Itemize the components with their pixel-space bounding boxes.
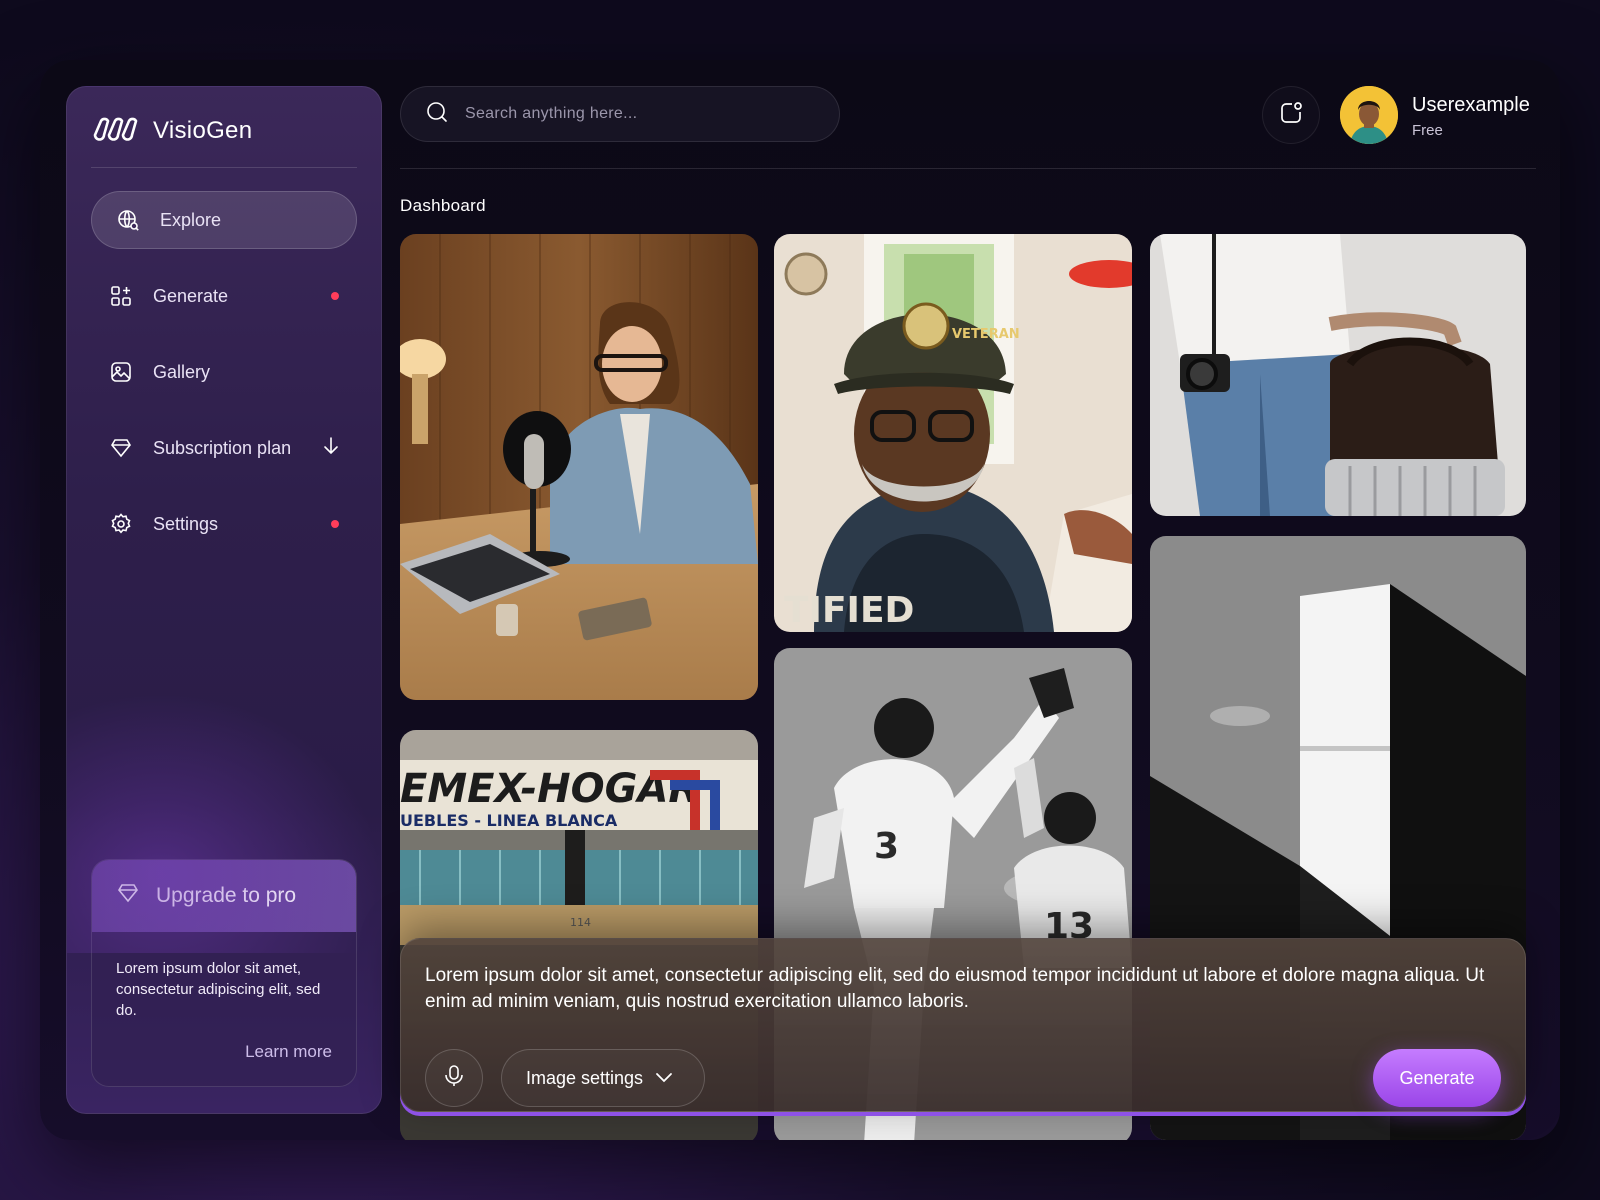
upgrade-description: Lorem ipsum dolor sit amet, consectetur … — [116, 960, 321, 1019]
sign-number: 114 — [570, 916, 591, 929]
page-title: Dashboard — [400, 196, 486, 215]
sidebar-item-subscription[interactable]: Subscription plan — [91, 419, 357, 477]
sidebar-item-label: Generate — [153, 285, 229, 306]
notification-dot — [331, 520, 339, 528]
diamond-icon — [109, 436, 133, 460]
image-settings-dropdown[interactable]: Image settings — [501, 1049, 705, 1107]
gallery-image-veteran[interactable]: VETERAN TIFIED — [774, 234, 1132, 632]
app-notification-icon — [1278, 100, 1304, 131]
logo-icon — [91, 115, 139, 146]
app-window: VisioGen Explore Generate Gallery Subscr… — [40, 60, 1560, 1140]
prompt-panel: Lorem ipsum dolor sit amet, consectetur … — [400, 938, 1526, 1112]
brand: VisioGen — [91, 115, 252, 146]
sidebar-item-gallery[interactable]: Gallery — [91, 343, 357, 401]
diamond-icon — [116, 881, 140, 911]
upgrade-header[interactable]: Upgrade to pro — [92, 860, 356, 932]
image-icon — [109, 360, 133, 384]
sidebar-nav: Explore Generate Gallery Subscription pl… — [91, 191, 357, 571]
sidebar-item-label: Gallery — [153, 361, 211, 382]
prompt-input[interactable]: Lorem ipsum dolor sit amet, consectetur … — [425, 963, 1485, 1015]
generate-button[interactable]: Generate — [1373, 1049, 1501, 1107]
search-icon — [425, 100, 449, 129]
sidebar-item-label: Explore — [160, 209, 222, 230]
upgrade-card: Upgrade to pro Lorem ipsum dolor sit ame… — [91, 859, 357, 1087]
sign-subtitle: UEBLES - LINEA BLANCA — [400, 811, 618, 830]
gallery-image-travel[interactable] — [1150, 234, 1526, 516]
cap-text: VETERAN — [952, 327, 1020, 342]
user-plan: Free — [1412, 122, 1443, 139]
sidebar-item-label: Subscription plan — [153, 437, 292, 458]
search-input[interactable] — [465, 105, 805, 123]
divider — [400, 168, 1536, 169]
user-name[interactable]: Userexample — [1412, 94, 1530, 117]
divider — [91, 167, 357, 168]
sidebar-item-explore[interactable]: Explore — [91, 191, 357, 249]
tshirt-text: TIFIED — [784, 590, 914, 631]
sidebar-item-generate[interactable]: Generate — [91, 267, 357, 325]
notification-dot — [331, 292, 339, 300]
sidebar-item-label: Settings — [153, 513, 219, 534]
globe-search-icon — [116, 208, 140, 232]
image-settings-label: Image settings — [526, 1067, 644, 1088]
app-name: VisioGen — [153, 116, 253, 144]
voice-input-button[interactable] — [425, 1049, 483, 1107]
svg-text:3: 3 — [874, 826, 899, 867]
search-bar[interactable] — [400, 86, 840, 142]
chevron-down-icon — [655, 1068, 673, 1089]
learn-more-link[interactable]: Learn more — [245, 1042, 332, 1062]
sidebar: VisioGen Explore Generate Gallery Subscr… — [66, 86, 382, 1114]
gear-icon — [109, 512, 133, 536]
gallery-image-podcast[interactable] — [400, 234, 758, 700]
avatar[interactable] — [1340, 86, 1398, 144]
notification-button[interactable] — [1262, 86, 1320, 144]
upgrade-title: Upgrade to pro — [156, 884, 297, 907]
arrow-down-icon[interactable] — [323, 436, 339, 461]
grid-sparkle-icon — [109, 284, 133, 308]
microphone-icon — [443, 1064, 465, 1093]
sidebar-item-settings[interactable]: Settings — [91, 495, 357, 553]
